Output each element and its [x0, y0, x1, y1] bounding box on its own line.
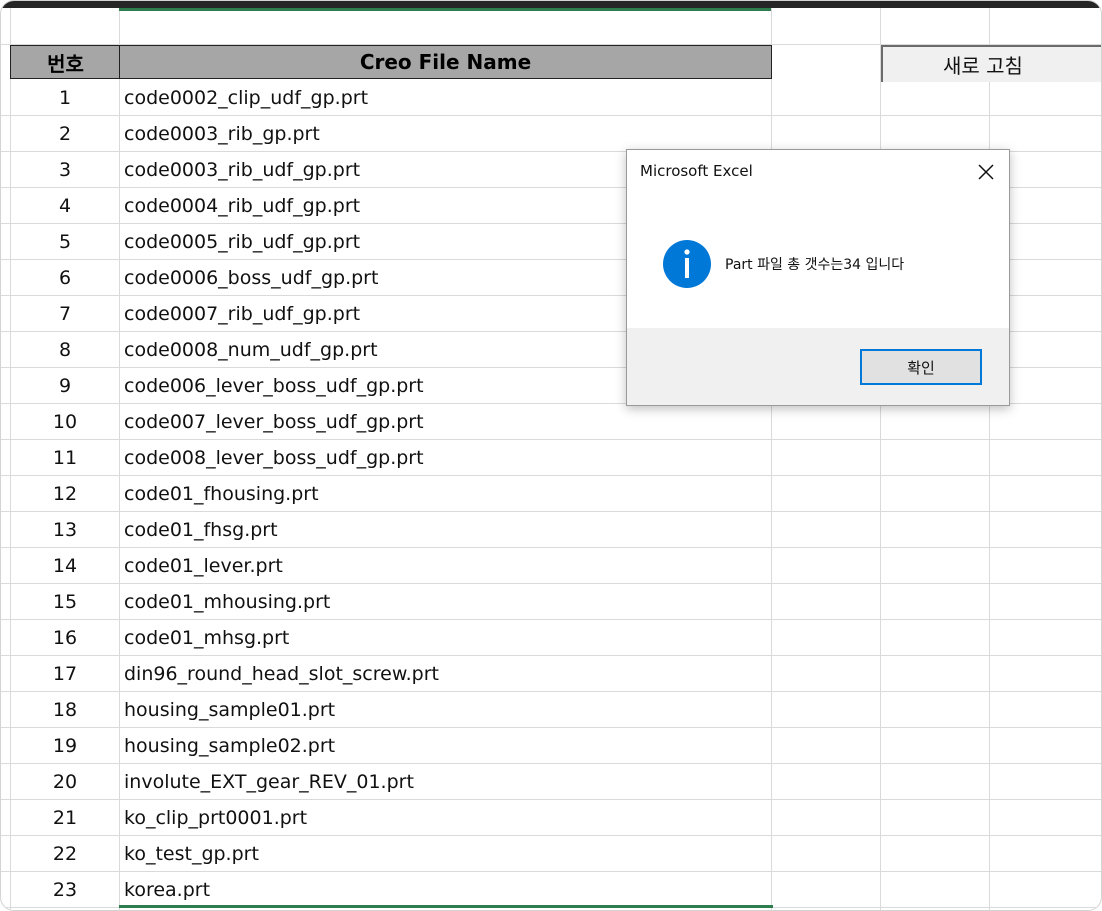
- table-row: 17 din96_round_head_slot_screw.prt: [1, 656, 1101, 692]
- row-number-cell[interactable]: 8: [11, 332, 119, 367]
- refresh-button[interactable]: 새로 고침: [881, 45, 1101, 82]
- row-number-cell[interactable]: 4: [11, 188, 119, 223]
- top-bar: [1, 1, 1101, 8]
- table-row: 19 housing_sample02.prt: [1, 728, 1101, 764]
- row-number-cell[interactable]: 23: [11, 872, 119, 907]
- row-number-cell[interactable]: 9: [11, 368, 119, 403]
- row-number-cell[interactable]: 16: [11, 620, 119, 655]
- ok-button[interactable]: 확인: [860, 349, 982, 385]
- dialog-footer: 확인: [627, 328, 1009, 405]
- table-row: 16 code01_mhsg.prt: [1, 620, 1101, 656]
- table-row: 18 housing_sample01.prt: [1, 692, 1101, 728]
- file-name-cell[interactable]: code01_fhousing.prt: [124, 476, 769, 511]
- spreadsheet: 번호 Creo File Name 새로 고침 1 code0002_clip_u…: [1, 8, 1101, 910]
- file-name-cell[interactable]: code01_lever.prt: [124, 548, 769, 583]
- table-row: 22 ko_test_gp.prt: [1, 836, 1101, 872]
- row-number-cell[interactable]: 15: [11, 584, 119, 619]
- dialog-message: Part 파일 총 갯수는34 입니다: [725, 257, 905, 273]
- row-number-cell[interactable]: 10: [11, 404, 119, 439]
- file-name-cell[interactable]: code01_mhsg.prt: [124, 620, 769, 655]
- info-icon: [663, 240, 711, 288]
- table-row: 15 code01_mhousing.prt: [1, 584, 1101, 620]
- table-row: 13 code01_fhsg.prt: [1, 512, 1101, 548]
- refresh-button-label: 새로 고침: [943, 54, 1023, 78]
- row-number-cell[interactable]: 14: [11, 548, 119, 583]
- table-row: 2 code0003_rib_gp.prt: [1, 116, 1101, 152]
- close-icon[interactable]: [972, 158, 1000, 186]
- file-name-cell[interactable]: code0003_rib_gp.prt: [124, 116, 769, 151]
- selection-border-bottom: [119, 905, 773, 908]
- empty-row[interactable]: [1, 8, 1101, 45]
- row-number-cell[interactable]: 18: [11, 692, 119, 727]
- row-number-cell[interactable]: 19: [11, 728, 119, 763]
- row-number-cell[interactable]: 12: [11, 476, 119, 511]
- row-number-cell[interactable]: 3: [11, 152, 119, 187]
- dialog-title: Microsoft Excel: [640, 162, 753, 180]
- table-row: 23 korea.prt: [1, 872, 1101, 908]
- row-number-cell[interactable]: 11: [11, 440, 119, 475]
- table-row: 1 code0002_clip_udf_gp.prt: [1, 80, 1101, 116]
- excel-window: 번호 Creo File Name 새로 고침 1 code0002_clip_u…: [0, 0, 1102, 911]
- file-name-cell[interactable]: ko_clip_prt0001.prt: [124, 800, 769, 835]
- row-number-cell[interactable]: 21: [11, 800, 119, 835]
- file-name-cell[interactable]: housing_sample01.prt: [124, 692, 769, 727]
- file-name-cell[interactable]: code01_fhsg.prt: [124, 512, 769, 547]
- table-row: 21 ko_clip_prt0001.prt: [1, 800, 1101, 836]
- row-number-cell[interactable]: 1: [11, 80, 119, 115]
- table-row: 11 code008_lever_boss_udf_gp.prt: [1, 440, 1101, 476]
- file-name-cell[interactable]: code008_lever_boss_udf_gp.prt: [124, 440, 769, 475]
- message-dialog: Microsoft Excel Part 파일 총 갯수는34 입니다 확인: [626, 149, 1010, 406]
- row-number-cell[interactable]: 2: [11, 116, 119, 151]
- file-name-cell[interactable]: korea.prt: [124, 872, 769, 907]
- file-name-cell[interactable]: involute_EXT_gear_REV_01.prt: [124, 764, 769, 799]
- file-name-cell[interactable]: code0002_clip_udf_gp.prt: [124, 80, 769, 115]
- ok-button-label: 확인: [907, 358, 935, 377]
- table-row: 12 code01_fhousing.prt: [1, 476, 1101, 512]
- file-name-cell[interactable]: code01_mhousing.prt: [124, 584, 769, 619]
- row-number-cell[interactable]: 5: [11, 224, 119, 259]
- row-number-cell[interactable]: 7: [11, 296, 119, 331]
- table-row: 14 code01_lever.prt: [1, 548, 1101, 584]
- table-row: 20 involute_EXT_gear_REV_01.prt: [1, 764, 1101, 800]
- row-number-cell[interactable]: 6: [11, 260, 119, 295]
- file-name-cell[interactable]: din96_round_head_slot_screw.prt: [124, 656, 769, 691]
- row-number-cell[interactable]: 20: [11, 764, 119, 799]
- file-name-cell[interactable]: housing_sample02.prt: [124, 728, 769, 763]
- table-row: 10 code007_lever_boss_udf_gp.prt: [1, 404, 1101, 440]
- row-number-cell[interactable]: 22: [11, 836, 119, 871]
- file-name-cell[interactable]: ko_test_gp.prt: [124, 836, 769, 871]
- row-number-cell[interactable]: 13: [11, 512, 119, 547]
- file-name-cell[interactable]: code007_lever_boss_udf_gp.prt: [124, 404, 769, 439]
- row-number-cell[interactable]: 17: [11, 656, 119, 691]
